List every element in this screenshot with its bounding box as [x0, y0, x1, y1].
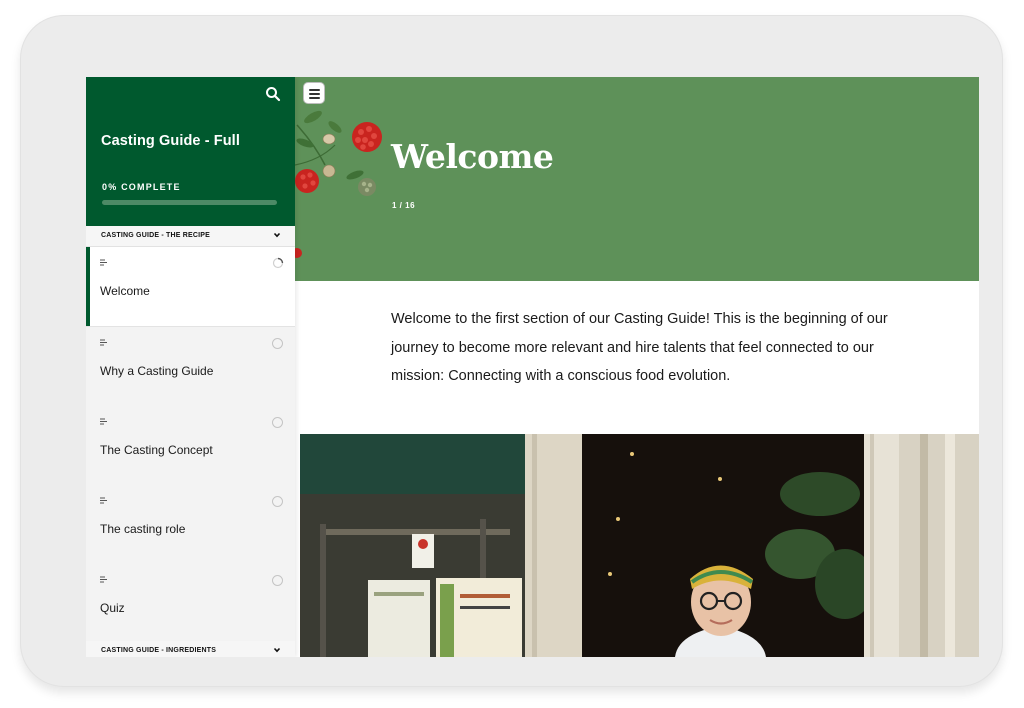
sidebar-header: Casting Guide - Full 0% COMPLETE	[86, 77, 295, 226]
raspberry-illustration	[295, 110, 382, 258]
lesson-title: The Casting Concept	[100, 443, 213, 457]
status-circle-icon	[272, 338, 283, 349]
text-lines-icon	[100, 576, 107, 583]
status-circle-icon	[272, 417, 283, 428]
lesson-item-casting-concept[interactable]: The Casting Concept	[86, 406, 295, 486]
text-lines-icon	[100, 259, 107, 266]
intro-text-block: Welcome to the first section of our Cast…	[295, 281, 979, 433]
progress-label: 0% COMPLETE	[102, 182, 181, 192]
tablet-frame: Casting Guide - Full 0% COMPLETE CASTING…	[20, 15, 1003, 687]
text-lines-icon	[100, 418, 107, 425]
progress-bar	[102, 200, 277, 205]
section-label: CASTING GUIDE - THE RECIPE	[101, 232, 211, 239]
lesson-item-casting-role[interactable]: The casting role	[86, 485, 295, 565]
page-indicator: 1 / 16	[392, 201, 416, 210]
shop-window-photo	[300, 434, 979, 657]
lesson-title: Welcome	[100, 284, 150, 298]
course-title: Casting Guide - Full	[101, 133, 240, 149]
lesson-title: Quiz	[100, 601, 125, 615]
course-sidebar: Casting Guide - Full 0% COMPLETE CASTING…	[86, 77, 295, 657]
app-screen: Casting Guide - Full 0% COMPLETE CASTING…	[86, 77, 979, 657]
lesson-title: The casting role	[100, 522, 186, 536]
lesson-item-welcome[interactable]: Welcome	[86, 247, 295, 327]
section-header-ingredients[interactable]: CASTING GUIDE - INGREDIENTS	[86, 641, 295, 657]
status-circle-icon	[272, 575, 283, 586]
lesson-item-why-a-casting-guide[interactable]: Why a Casting Guide	[86, 327, 295, 407]
search-icon[interactable]	[265, 86, 281, 102]
section-header-recipe[interactable]: CASTING GUIDE - THE RECIPE	[86, 226, 295, 247]
status-circle-icon	[272, 496, 283, 507]
menu-button[interactable]	[303, 82, 325, 104]
lesson-title: Why a Casting Guide	[100, 364, 214, 378]
lesson-hero-banner: Welcome 1 / 16	[295, 77, 979, 281]
text-lines-icon	[100, 497, 107, 504]
hamburger-line	[309, 93, 320, 95]
chevron-down-icon	[273, 232, 281, 238]
in-progress-icon	[272, 257, 284, 269]
text-lines-icon	[100, 339, 107, 346]
section-label: CASTING GUIDE - INGREDIENTS	[101, 647, 217, 654]
hamburger-menu-icon	[309, 89, 320, 91]
lesson-item-quiz[interactable]: Quiz	[86, 564, 295, 644]
hamburger-line	[309, 97, 320, 99]
chevron-down-icon	[273, 647, 281, 653]
lesson-title-heading: Welcome	[391, 137, 554, 176]
intro-paragraph: Welcome to the first section of our Cast…	[391, 311, 888, 384]
